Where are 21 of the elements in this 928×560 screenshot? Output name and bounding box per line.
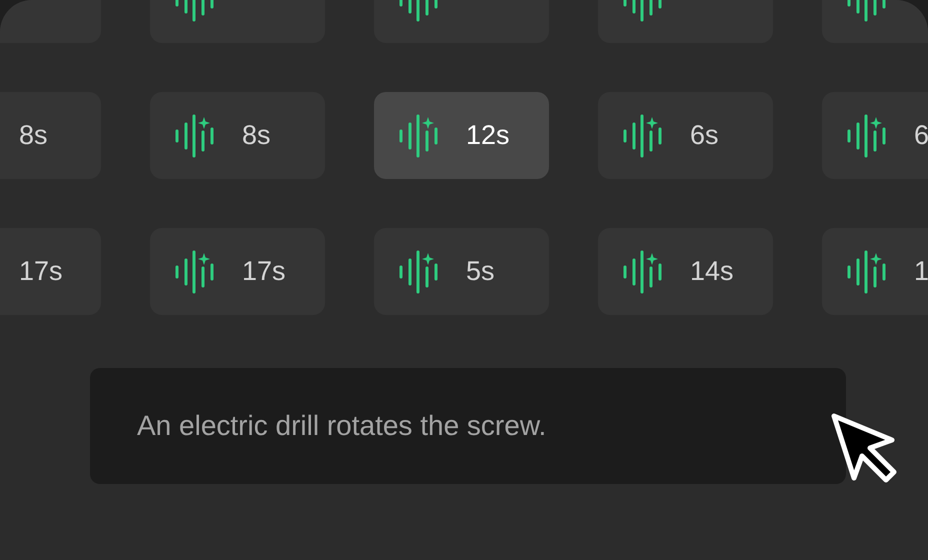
duration-label: 12s xyxy=(466,119,510,152)
duration-label: 5s xyxy=(466,255,495,288)
duration-label: 6 xyxy=(914,119,928,152)
duration-label: 1 xyxy=(914,255,928,288)
sound-card[interactable]: 17s xyxy=(150,228,325,315)
caption-text: An electric drill rotates the screw. xyxy=(137,409,546,443)
sound-card[interactable]: 14s xyxy=(598,228,773,315)
sound-card[interactable]: 5s xyxy=(374,228,549,315)
sound-card[interactable]: 8s xyxy=(0,92,101,179)
sound-card[interactable]: 6s xyxy=(598,92,773,179)
duration-label: 8s xyxy=(242,119,271,152)
duration-label: 8s xyxy=(19,119,48,152)
duration-label: 14s xyxy=(690,255,734,288)
sound-card[interactable]: 1 xyxy=(822,228,928,315)
duration-label: 6s xyxy=(690,119,719,152)
sound-card[interactable]: 6 xyxy=(822,92,928,179)
duration-label: 17s xyxy=(19,255,63,288)
sound-card[interactable]: 8s xyxy=(150,92,325,179)
sound-card[interactable]: 17s xyxy=(0,228,101,315)
sound-card[interactable]: 12s xyxy=(374,92,549,179)
duration-label: 17s xyxy=(242,255,286,288)
